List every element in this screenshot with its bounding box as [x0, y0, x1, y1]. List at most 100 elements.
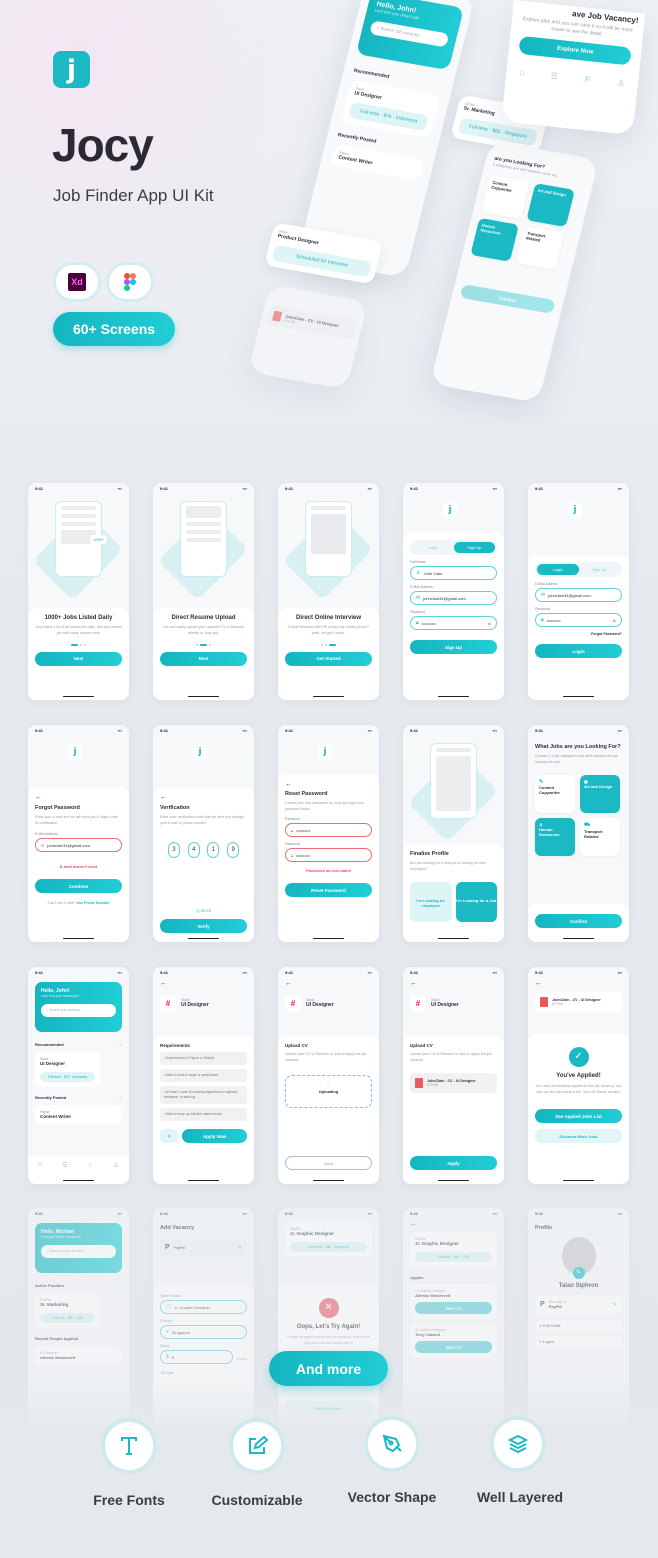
- reset-password-button[interactable]: Reset Password: [285, 883, 372, 897]
- back-arrow-icon[interactable]: ←: [285, 781, 372, 788]
- category-tile[interactable]: Art and Design: [526, 183, 575, 227]
- edit-profile-item[interactable]: ♙ Edit Profile: [535, 1320, 622, 1332]
- bottom-nav: ⌂ ☰ ⚐ ♙: [506, 67, 638, 90]
- and-more-button[interactable]: And more: [269, 1351, 388, 1386]
- upload-dropzone[interactable]: ◌ Uploading: [285, 1075, 372, 1108]
- home-icon[interactable]: ⌂: [519, 68, 525, 77]
- tab-login[interactable]: Login: [537, 564, 579, 575]
- back-arrow-icon[interactable]: ←: [35, 794, 122, 801]
- hero-subtitle: Job Finder App UI Kit: [53, 186, 214, 205]
- see-cv-button[interactable]: See CV: [415, 1302, 492, 1314]
- screen-job-detail: 9:41 ▪▪▪ ← # Slack UI Designer Requirements…: [153, 967, 254, 1184]
- screen-finalize-profile: 9:41 ▪▪▪ Finalize Profile Are you looking …: [403, 725, 504, 942]
- category-human-resources[interactable]: ♙ Human Resources: [535, 818, 575, 856]
- sign-up-button[interactable]: Sign Up: [410, 640, 497, 654]
- use-phone-link[interactable]: Use Phone Number: [76, 901, 109, 905]
- confirm-password-input[interactable]: 🔒︎ ••••••••••: [285, 848, 372, 862]
- salary-input[interactable]: $8: [160, 1350, 233, 1364]
- position-input[interactable]: ▢ Jr. Graphic Designer: [160, 1300, 247, 1314]
- pen-tool-icon: [364, 1416, 420, 1472]
- search-input[interactable]: ⌕ Search job vacancy: [41, 1004, 116, 1017]
- confirm-button[interactable]: Confirm: [459, 284, 556, 314]
- apply-now-button[interactable]: Apply Now: [182, 1129, 247, 1143]
- new-password-input[interactable]: 🔒︎ ••••••••••: [285, 823, 372, 837]
- screen-home: 9:41 ▪▪▪ Hello, John! Let's find your drea…: [28, 967, 129, 1184]
- category-art-design[interactable]: ▣ Art and Design: [580, 775, 620, 813]
- home-icon[interactable]: ⌂: [38, 1162, 42, 1184]
- email-input[interactable]: ✉ johnclain34@gmail.com: [35, 838, 122, 852]
- arrow-right-icon[interactable]: →: [117, 1042, 122, 1048]
- discover-more-jobs-button[interactable]: Discover More Jobs: [535, 1129, 622, 1143]
- list-icon[interactable]: ☰: [550, 71, 558, 81]
- back-arrow-icon[interactable]: ←: [153, 978, 254, 989]
- verify-button[interactable]: Verify: [160, 919, 247, 933]
- tab-sign-up[interactable]: Sign Up: [453, 542, 495, 553]
- category-transport[interactable]: ⛟ Transport Related: [580, 818, 620, 856]
- apply-button[interactable]: Apply: [410, 1156, 497, 1170]
- applier-card: Jr. Graphic Designer Alfredo Westervelt Se…: [410, 1284, 497, 1319]
- bookmark-icon[interactable]: ⚐: [584, 75, 592, 85]
- see-cv-button[interactable]: See CV: [415, 1341, 492, 1353]
- applicant-card[interactable]: UI Designer Alfredo Westervelt: [35, 1346, 122, 1365]
- figma-badge: [106, 262, 154, 302]
- continue-button[interactable]: Continue: [35, 879, 122, 893]
- logout-item[interactable]: ⎋ Logout: [535, 1336, 622, 1348]
- tab-login[interactable]: Login: [412, 542, 454, 553]
- apply-button-disabled[interactable]: Apply: [285, 1156, 372, 1170]
- back-arrow-icon[interactable]: ←: [160, 794, 247, 801]
- figma-icon: [124, 273, 136, 291]
- category-content-copywriter[interactable]: ✎ Content Copywriter: [535, 775, 575, 813]
- category-tile[interactable]: Content Copywriter: [481, 175, 530, 219]
- country-input[interactable]: ⌖ Singapore: [160, 1325, 247, 1339]
- screen-upload-cv-progress: 9:41 ▪▪▪ ← # Slack UI Designer Upload CV Upl…: [278, 967, 379, 1184]
- employer-option[interactable]: I'm Looking for employee: [410, 882, 452, 922]
- explore-now-button[interactable]: Explore Now: [518, 35, 632, 66]
- job-card[interactable]: Figma Content Writer: [35, 1105, 122, 1124]
- email-input[interactable]: ✉ johnclain34@gmail.com: [535, 588, 622, 602]
- email-input[interactable]: ✉ johnclain34@gmail.com: [410, 591, 497, 605]
- clock-icon: ◷: [196, 908, 200, 913]
- tab-sign-up[interactable]: Sign Up: [579, 564, 621, 575]
- user-icon[interactable]: ♙: [113, 1162, 118, 1184]
- edit-avatar-icon[interactable]: ✎: [572, 1267, 585, 1279]
- category-tile[interactable]: Human Resources: [470, 217, 519, 262]
- password-input[interactable]: 🔒︎ •••••••••• ◉: [410, 616, 497, 630]
- back-arrow-icon[interactable]: ←: [403, 1219, 504, 1230]
- job-card[interactable]: Slack UI Designer Full-time · $7k · Indon…: [340, 79, 441, 138]
- next-button[interactable]: Next: [35, 651, 122, 666]
- xd-icon: Xd: [68, 273, 86, 291]
- cv-file[interactable]: JohnClain - CV - UI Designer 670 Kb: [410, 1073, 497, 1093]
- text-icon: [101, 1418, 157, 1474]
- edit-icon[interactable]: ✎: [613, 1302, 617, 1308]
- jocy-logo: j: [53, 51, 90, 88]
- full-name-input[interactable]: ♙ John Clain: [410, 566, 497, 580]
- forgot-password-link[interactable]: Forgot Password?: [535, 632, 622, 636]
- user-icon[interactable]: ♙: [617, 78, 625, 88]
- next-button[interactable]: Next: [160, 651, 247, 666]
- confirm-button[interactable]: Confirm: [535, 914, 622, 928]
- search-input[interactable]: ⌕ Search active position: [41, 1245, 116, 1258]
- jocy-logo: j: [443, 503, 457, 517]
- get-started-button[interactable]: Get Started: [285, 651, 372, 666]
- pdf-icon: [415, 1078, 423, 1088]
- job-seeker-option[interactable]: I'm Looking for a Job: [455, 882, 497, 922]
- back-arrow-icon[interactable]: ←: [528, 978, 629, 989]
- back-arrow-icon[interactable]: ←: [403, 978, 504, 989]
- password-input[interactable]: 🔒︎ •••••••••• ◉: [535, 613, 622, 627]
- category-tile[interactable]: Transport Related: [515, 225, 565, 270]
- screen-onboarding-3: 9:41 ▪▪▪ Direct Online Interview Online in…: [278, 483, 379, 700]
- screen-login: 9:41 ▪▪▪ j Login Sign Up E-Mail Address ✉ jo…: [528, 483, 629, 700]
- requirement-item: • At least 1 year of working experience …: [160, 1086, 247, 1104]
- see-applied-jobs-button[interactable]: See Applied Jobs List: [535, 1109, 622, 1123]
- bookmark-button[interactable]: ⚐: [160, 1129, 178, 1143]
- feature-well-layered: Well Layered: [476, 1489, 564, 1505]
- screen-forgot-password: 9:41 ▪▪▪ j ← Forgot Password Enter your e-…: [28, 725, 129, 942]
- back-arrow-icon[interactable]: ←: [278, 978, 379, 989]
- job-card[interactable]: Slack UI Designer Full-time · $7k · Indone…: [35, 1052, 100, 1087]
- edit-icon[interactable]: ✎: [238, 1245, 242, 1251]
- page-dots: [35, 644, 122, 646]
- code-inputs[interactable]: 3 4 1 9: [164, 842, 243, 858]
- login-button[interactable]: Login: [535, 644, 622, 658]
- position-card[interactable]: PayPal Sr. Marketing Full-time · $5k · USA: [35, 1293, 100, 1328]
- search-input[interactable]: ⌕ Search job vacancy: [369, 20, 450, 48]
